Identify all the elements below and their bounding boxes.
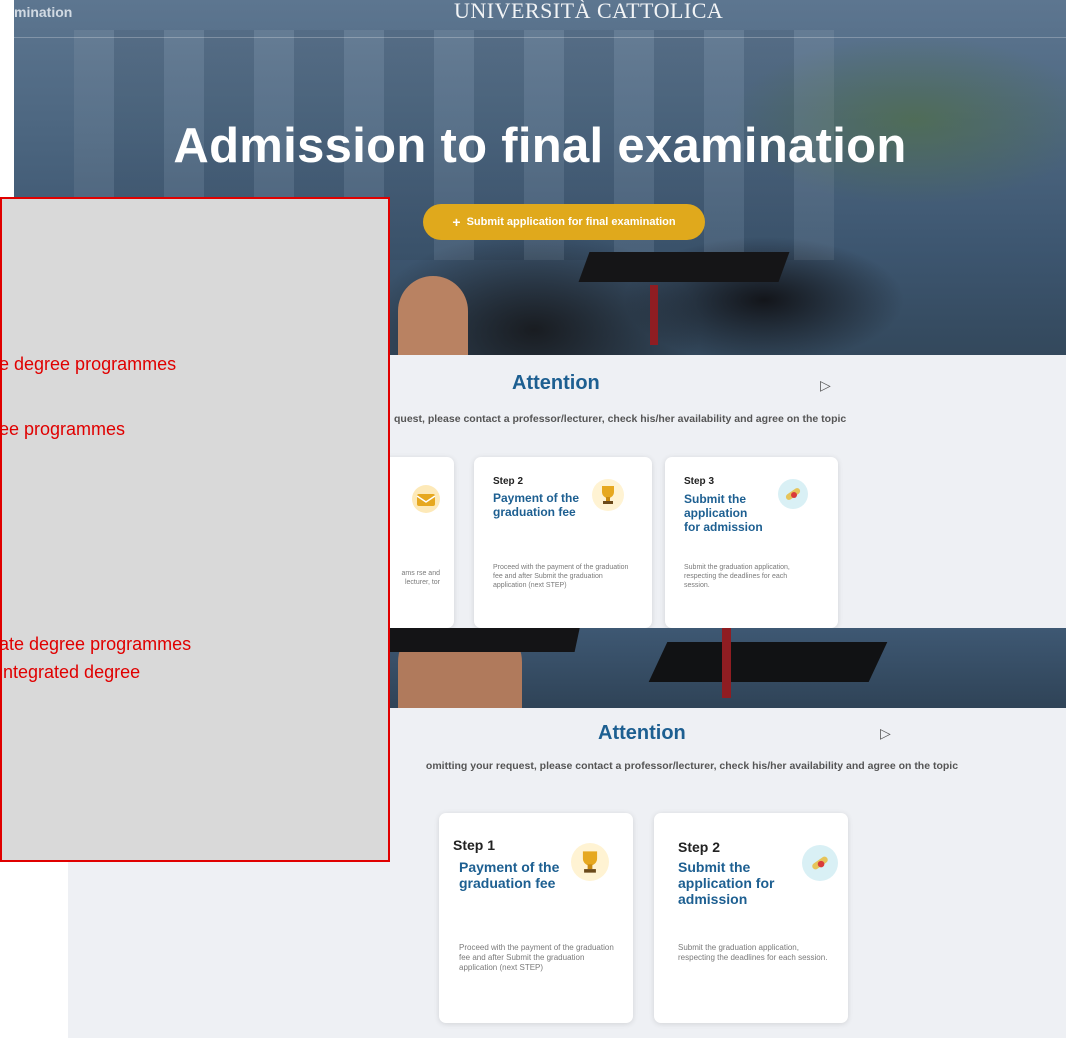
diploma-icon [802, 845, 838, 881]
step-card-description: Submit the graduation application, respe… [684, 564, 790, 589]
envelope-icon [412, 485, 440, 513]
annotation-line-2: ee programmes [0, 419, 126, 439]
attention-note: quest, please contact a professor/lectur… [394, 413, 847, 425]
step-card-description: ams rse and lecturer, tor [401, 570, 440, 586]
attention-heading: Attention [598, 722, 686, 744]
step-card-title: Submit the application for admission [684, 492, 763, 534]
graduate-face-image [398, 276, 468, 355]
attention-heading: Attention [512, 372, 600, 394]
step-card-2[interactable]: Step 2 Payment of the graduation fee Pro… [474, 457, 652, 628]
step-card-2[interactable]: Step 2 Submit the application for admiss… [654, 813, 848, 1023]
submit-application-label: Submit application for final examination [466, 216, 676, 228]
step-card-title: Payment of the graduation fee [459, 859, 560, 891]
graduation-cap-image [578, 252, 790, 282]
annotation-line-4: integrated degree [0, 662, 141, 682]
step-card-description: Proceed with the payment of the graduati… [493, 564, 629, 589]
annotation-overlay-box: e degree programmes ee programmes ate de… [0, 197, 390, 862]
diploma-icon [778, 479, 808, 509]
top-navigation-bar: mination UNIVERSITÀ CATTOLICA [14, 0, 1066, 38]
step-card-description: Proceed with the payment of the graduati… [459, 943, 614, 972]
graduation-cap-image [648, 642, 888, 682]
annotation-line-1: e degree programmes [0, 354, 177, 374]
step-card-title: Payment of the graduation fee [493, 491, 580, 519]
mouse-pointer-icon: ▷ [820, 377, 831, 393]
attention-note: omitting your request, please contact a … [425, 760, 959, 772]
trophy-icon [592, 479, 624, 511]
step-label: Step 3 [684, 476, 715, 487]
step-label: Step 2 [493, 476, 524, 487]
step-label: Step 2 [678, 839, 721, 855]
breadcrumb[interactable]: mination [14, 4, 72, 20]
step-card-1[interactable]: Step 1 Payment of the graduation fee Pro… [439, 813, 633, 1023]
step-card-description: Submit the graduation application, respe… [678, 943, 828, 962]
plus-icon: + [452, 214, 461, 230]
cap-tassel-image [722, 628, 731, 698]
step-card-title: Submit the application for admission [678, 859, 775, 907]
step-card-3[interactable]: Step 3 Submit the application for admiss… [665, 457, 838, 628]
submit-application-button[interactable]: + Submit application for final examinati… [423, 204, 705, 240]
cap-tassel-image [650, 285, 658, 345]
page-title: Admission to final examination [173, 119, 907, 173]
university-logo[interactable]: UNIVERSITÀ CATTOLICA [454, 0, 723, 24]
step-label: Step 1 [453, 837, 496, 853]
annotation-line-3: ate degree programmes [0, 634, 192, 654]
trophy-icon [571, 843, 609, 881]
mouse-pointer-icon: ▷ [880, 725, 891, 741]
